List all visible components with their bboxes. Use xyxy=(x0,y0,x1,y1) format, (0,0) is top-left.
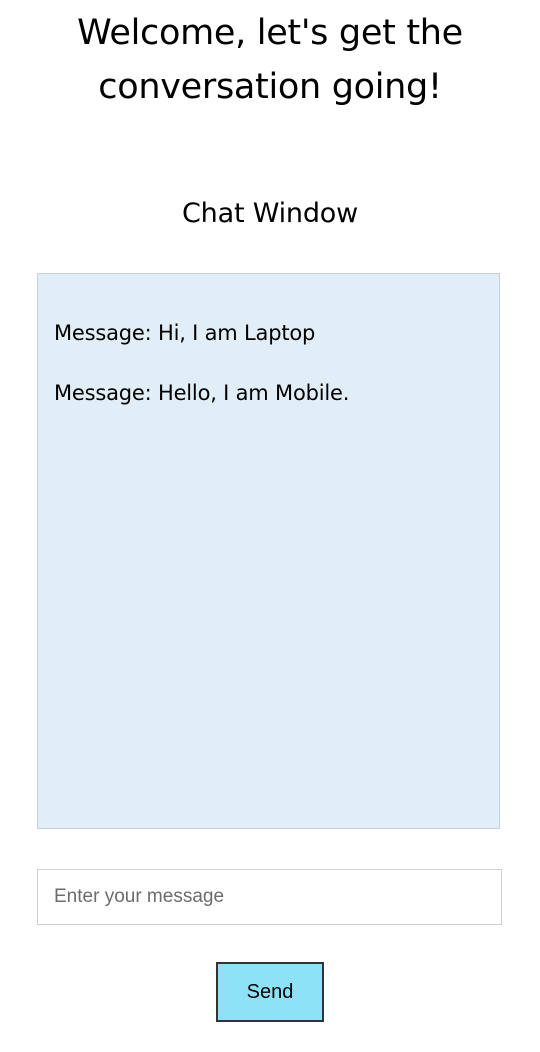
chat-message: Message: Hello, I am Mobile. xyxy=(54,381,350,405)
message-input[interactable] xyxy=(37,869,502,925)
chat-window[interactable]: Message: Hi, I am Laptop Message: Hello,… xyxy=(37,273,500,829)
page-title: Welcome, let's get the conversation goin… xyxy=(77,13,463,107)
chat-window-title: Chat Window xyxy=(182,198,358,229)
send-button[interactable]: Send xyxy=(216,962,324,1022)
chat-message: Message: Hi, I am Laptop xyxy=(54,321,316,345)
